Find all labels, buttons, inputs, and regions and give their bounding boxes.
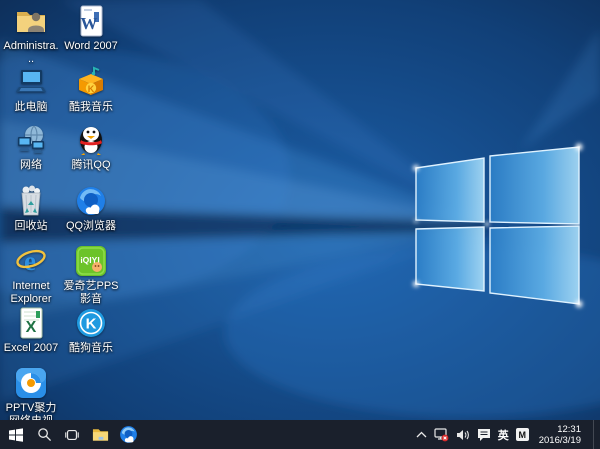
desktop-icon-iqiyi-pps[interactable]: iQIYI 爱奇艺PPS 影音 — [62, 244, 120, 306]
icon-label: 此电脑 — [15, 101, 48, 114]
windows-logo-icon — [8, 427, 24, 443]
icon-label: Administra... — [2, 40, 60, 66]
volume-button[interactable] — [456, 420, 470, 449]
clock-time: 12:31 — [539, 424, 581, 435]
icon-label: 回收站 — [15, 220, 48, 233]
word-icon: W — [74, 4, 108, 38]
internet-explorer-icon: e — [14, 244, 48, 278]
clock-date: 2016/3/19 — [539, 435, 581, 446]
system-tray: 英 M 12:31 2016/3/19 — [416, 420, 600, 449]
file-explorer-button[interactable] — [86, 420, 114, 449]
kugou-music-icon: K — [74, 306, 108, 340]
qq-browser-taskbar-button[interactable] — [114, 420, 142, 449]
network-disconnected-icon — [434, 428, 449, 442]
desktop-icon-network[interactable]: 网络 — [2, 123, 60, 172]
user-folder-icon — [14, 4, 48, 38]
search-icon — [37, 427, 52, 442]
excel-icon: X — [14, 306, 48, 340]
icon-label: 酷狗音乐 — [69, 342, 113, 355]
network-icon — [14, 123, 48, 157]
show-desktop-button[interactable] — [593, 420, 598, 449]
desktop-icon-administrator[interactable]: Administra... — [2, 4, 60, 66]
icon-label: 酷我音乐 — [69, 101, 113, 114]
pptv-icon — [14, 366, 48, 400]
icon-label: 腾讯QQ — [71, 159, 110, 172]
desktop-icon-internet-explorer[interactable]: e Internet Explorer — [2, 244, 60, 306]
qq-browser-icon — [119, 425, 138, 444]
computer-icon — [14, 65, 48, 99]
action-center-button[interactable] — [477, 420, 491, 449]
icon-label: QQ浏览器 — [66, 220, 116, 233]
file-explorer-icon — [92, 427, 109, 442]
desktop-icon-recycle-bin[interactable]: 回收站 — [2, 184, 60, 233]
qq-penguin-icon — [74, 123, 108, 157]
desktop-icon-word-2007[interactable]: W Word 2007 — [62, 4, 120, 53]
speaker-icon — [456, 429, 470, 441]
icon-label: 爱奇艺PPS 影音 — [62, 280, 120, 306]
task-view-icon — [64, 428, 80, 442]
desktop-icon-qq-browser[interactable]: QQ浏览器 — [62, 184, 120, 233]
svg-text:W: W — [81, 14, 98, 33]
svg-text:X: X — [26, 319, 37, 336]
desktop-icon-kuwo-music[interactable]: K 酷我音乐 — [62, 65, 120, 114]
task-view-button[interactable] — [58, 420, 86, 449]
qq-browser-icon — [74, 184, 108, 218]
desktop-icon-kugou-music[interactable]: K 酷狗音乐 — [62, 306, 120, 355]
desktop-icon-this-pc[interactable]: 此电脑 — [2, 65, 60, 114]
iqiyi-pps-icon: iQIYI — [74, 244, 108, 278]
desktop-icon-excel-2007[interactable]: X Excel 2007 — [2, 306, 60, 355]
recycle-bin-icon — [14, 184, 48, 218]
desktop-icon-pptv[interactable]: PPTV聚力 网络电视 — [2, 366, 60, 428]
action-center-icon — [477, 428, 491, 441]
icon-label: Word 2007 — [64, 40, 118, 53]
start-button[interactable] — [2, 420, 30, 449]
taskbar: 英 M 12:31 2016/3/19 — [0, 420, 600, 449]
ime-language-indicator[interactable]: 英 — [498, 420, 509, 449]
desktop: Administra... W Word 2007 此电脑 K — [0, 0, 600, 449]
ime-brand-icon: M — [516, 428, 529, 441]
search-button[interactable] — [30, 420, 58, 449]
desktop-icon-tencent-qq[interactable]: 腾讯QQ — [62, 123, 120, 172]
network-status-button[interactable] — [434, 420, 449, 449]
icon-label: 网络 — [20, 159, 42, 172]
svg-text:K: K — [86, 316, 97, 333]
show-hidden-icons-button[interactable] — [416, 420, 427, 449]
icon-label: Internet Explorer — [2, 280, 60, 306]
icon-label: Excel 2007 — [4, 342, 58, 355]
kuwo-music-icon: K — [74, 65, 108, 99]
clock[interactable]: 12:31 2016/3/19 — [536, 424, 586, 446]
ime-brand-button[interactable]: M — [516, 420, 529, 449]
chevron-up-icon — [416, 431, 427, 438]
svg-text:K: K — [88, 84, 95, 94]
